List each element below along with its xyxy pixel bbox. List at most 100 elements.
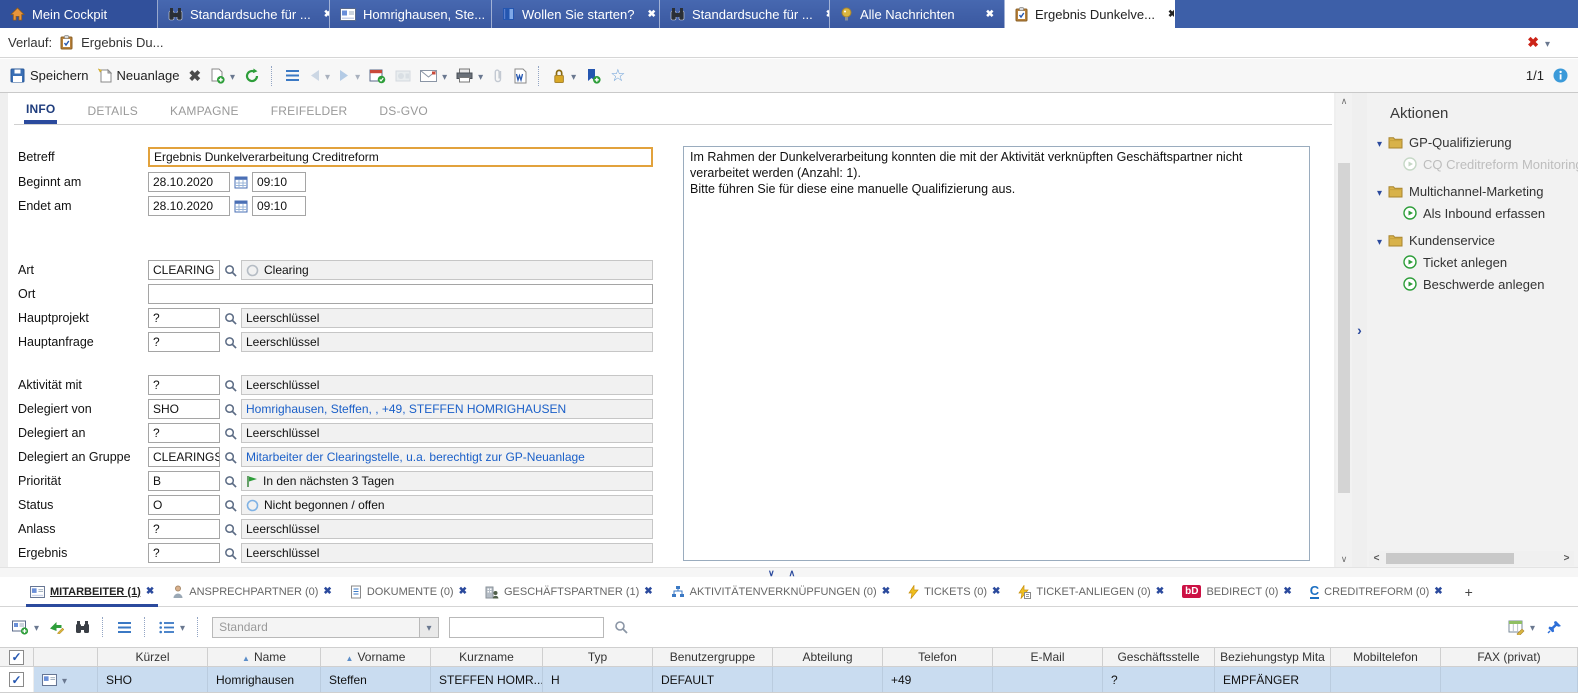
filter-input[interactable] [449,617,604,638]
chevron-down-icon[interactable] [1530,620,1535,634]
anlass-code-input[interactable]: ? [148,519,220,539]
previous-record-button[interactable] [309,68,330,83]
close-tab-icon[interactable] [1162,9,1175,20]
column-kuerzel[interactable]: Kürzel [98,648,208,666]
ergebnis-code-input[interactable]: ? [148,543,220,563]
tab-tickets[interactable]: TICKETS (0) [902,577,1012,606]
ort-input[interactable] [148,284,653,304]
close-record-icon[interactable] [1527,34,1539,51]
column-benutzergruppe[interactable]: Benutzergruppe [653,648,773,666]
chevron-down-icon[interactable] [325,68,330,83]
delegiert-von-code-input[interactable]: SHO [148,399,220,419]
chevron-down-icon[interactable] [355,68,360,83]
delegiert-von-link[interactable]: Homrighausen, Steffen, , +49, STEFFEN HO… [241,399,653,419]
attachment-icon[interactable] [492,68,504,84]
bullet-list-button[interactable] [159,620,185,634]
column-mobiltelefon[interactable]: Mobiltelefon [1331,648,1441,666]
row-checkbox[interactable] [9,672,24,687]
chevron-down-icon[interactable] [442,68,447,83]
search-icon[interactable] [224,312,237,325]
tab-details[interactable]: DETAILS [85,98,140,124]
tab-creditreform[interactable]: C CREDITREFORM (0) [1304,577,1455,606]
window-tab-contact[interactable]: Homrighausen, Ste... [330,0,492,28]
column-typ[interactable]: Typ [543,648,653,666]
search-icon[interactable] [224,523,237,536]
chevron-down-icon[interactable] [1545,35,1550,50]
start-date-input[interactable]: 28.10.2020 [148,172,230,192]
end-time-input[interactable]: 09:10 [252,196,306,216]
window-tab-messages[interactable]: Alle Nachrichten [830,0,1005,28]
column-beziehungstyp[interactable]: Beziehungstyp Mita [1215,648,1331,666]
column-settings-button[interactable] [1508,620,1535,635]
scroll-left-icon[interactable] [1369,551,1384,566]
list-view-icon[interactable] [285,69,300,82]
scrollbar-thumb[interactable] [1338,163,1350,493]
chevron-down-icon[interactable] [230,68,235,83]
binoculars-icon[interactable] [75,620,90,634]
chevron-down-icon[interactable] [1377,184,1382,199]
action-group-multichannel-marketing[interactable]: Multichannel-Marketing [1377,181,1578,201]
delete-icon[interactable] [188,67,201,85]
column-email[interactable]: E-Mail [993,648,1103,666]
close-tab-icon[interactable] [1283,586,1291,597]
row-select-cell[interactable] [0,667,34,692]
add-document-button[interactable] [210,68,235,84]
chevron-down-icon[interactable] [571,68,576,83]
outlook-sync-icon[interactable] [395,69,411,83]
search-icon[interactable] [614,620,628,634]
add-link-button[interactable] [12,620,39,635]
column-kurzname[interactable]: Kurzname [431,648,543,666]
panel-splitter[interactable] [0,567,1578,577]
view-select[interactable]: Standard [212,617,420,638]
tab-dokumente[interactable]: DOKUMENTE (0) [344,577,479,606]
calendar-icon[interactable] [234,175,248,189]
tab-freifelder[interactable]: FREIFELDER [269,98,350,124]
end-date-input[interactable]: 28.10.2020 [148,196,230,216]
next-record-button[interactable] [339,68,360,83]
window-tab-cockpit[interactable]: Mein Cockpit [0,0,158,28]
tab-kampagne[interactable]: KAMPAGNE [168,98,241,124]
action-als-inbound-erfassen[interactable]: Als Inbound erfassen [1403,203,1578,223]
search-icon[interactable] [224,547,237,560]
table-row[interactable]: SHO Homrighausen Steffen STEFFEN HOMR...… [0,667,1578,693]
start-time-input[interactable]: 09:10 [252,172,306,192]
search-icon[interactable] [224,451,237,464]
pushpin-icon[interactable] [1547,620,1562,634]
close-tab-icon[interactable] [992,586,1000,597]
save-button[interactable]: Speichern [10,68,89,83]
print-button[interactable] [456,68,483,83]
chevron-down-icon[interactable] [478,68,483,83]
select-all-checkbox[interactable] [9,650,24,665]
search-icon[interactable] [224,379,237,392]
action-ticket-anlegen[interactable]: Ticket anlegen [1403,252,1578,272]
appointment-check-icon[interactable] [369,68,386,84]
delegiert-an-gruppe-code-input[interactable]: CLEARINGS [148,447,220,467]
history-item[interactable]: Ergebnis Du... [81,35,163,50]
scrollbar-thumb[interactable] [1386,553,1514,564]
close-tab-icon[interactable] [1156,586,1164,597]
close-tab-icon[interactable] [980,9,994,20]
panel-expander-icon[interactable] [1353,93,1366,567]
window-tab-ergebnis[interactable]: Ergebnis Dunkelve... [1005,0,1175,28]
action-beschwerde-anlegen[interactable]: Beschwerde anlegen [1403,274,1578,294]
new-record-button[interactable]: Neuanlage [98,68,180,83]
window-tab-assistant[interactable]: Wollen Sie starten? [492,0,660,28]
close-tab-icon[interactable] [459,586,467,597]
tab-ticket-anliegen[interactable]: TICKET-ANLIEGEN (0) [1012,577,1176,606]
delegiert-an-gruppe-link[interactable]: Mitarbeiter der Clearingstelle, u.a. ber… [241,447,653,467]
notes-textarea[interactable]: Im Rahmen der Dunkelverarbeitung konnten… [683,146,1310,561]
search-icon[interactable] [224,403,237,416]
close-tab-icon[interactable] [146,586,154,597]
list-view-icon[interactable] [117,621,132,634]
column-vorname[interactable]: Vorname [321,648,431,666]
hauptprojekt-code-input[interactable]: ? [148,308,220,328]
window-tab-search1[interactable]: Standardsuche für ... [158,0,330,28]
tab-aktivitaetenverknuepfungen[interactable]: AKTIVITÄTENVERKNÜPFUNGEN (0) [665,577,902,606]
search-icon[interactable] [224,336,237,349]
chevron-down-icon[interactable] [34,620,39,634]
scroll-right-icon[interactable] [1559,551,1574,566]
tab-info[interactable]: INFO [24,98,57,124]
hauptanfrage-code-input[interactable]: ? [148,332,220,352]
chevron-down-icon[interactable] [62,673,67,687]
view-select-dropdown[interactable] [420,617,439,638]
